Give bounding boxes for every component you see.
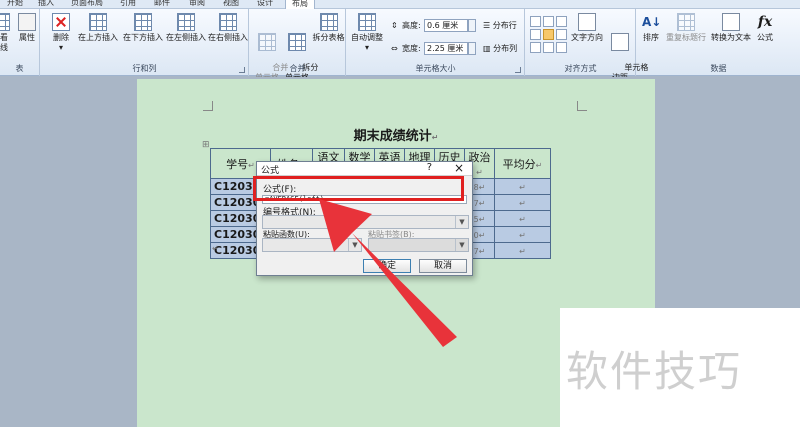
arrow-shape [319,199,457,347]
word-window: 开始 插入 页面布局 引用 邮件 审阅 视图 设计 布局 看 线 属性 表 删除… [0,0,800,427]
watermark-text: 软件技巧 [566,347,743,396]
